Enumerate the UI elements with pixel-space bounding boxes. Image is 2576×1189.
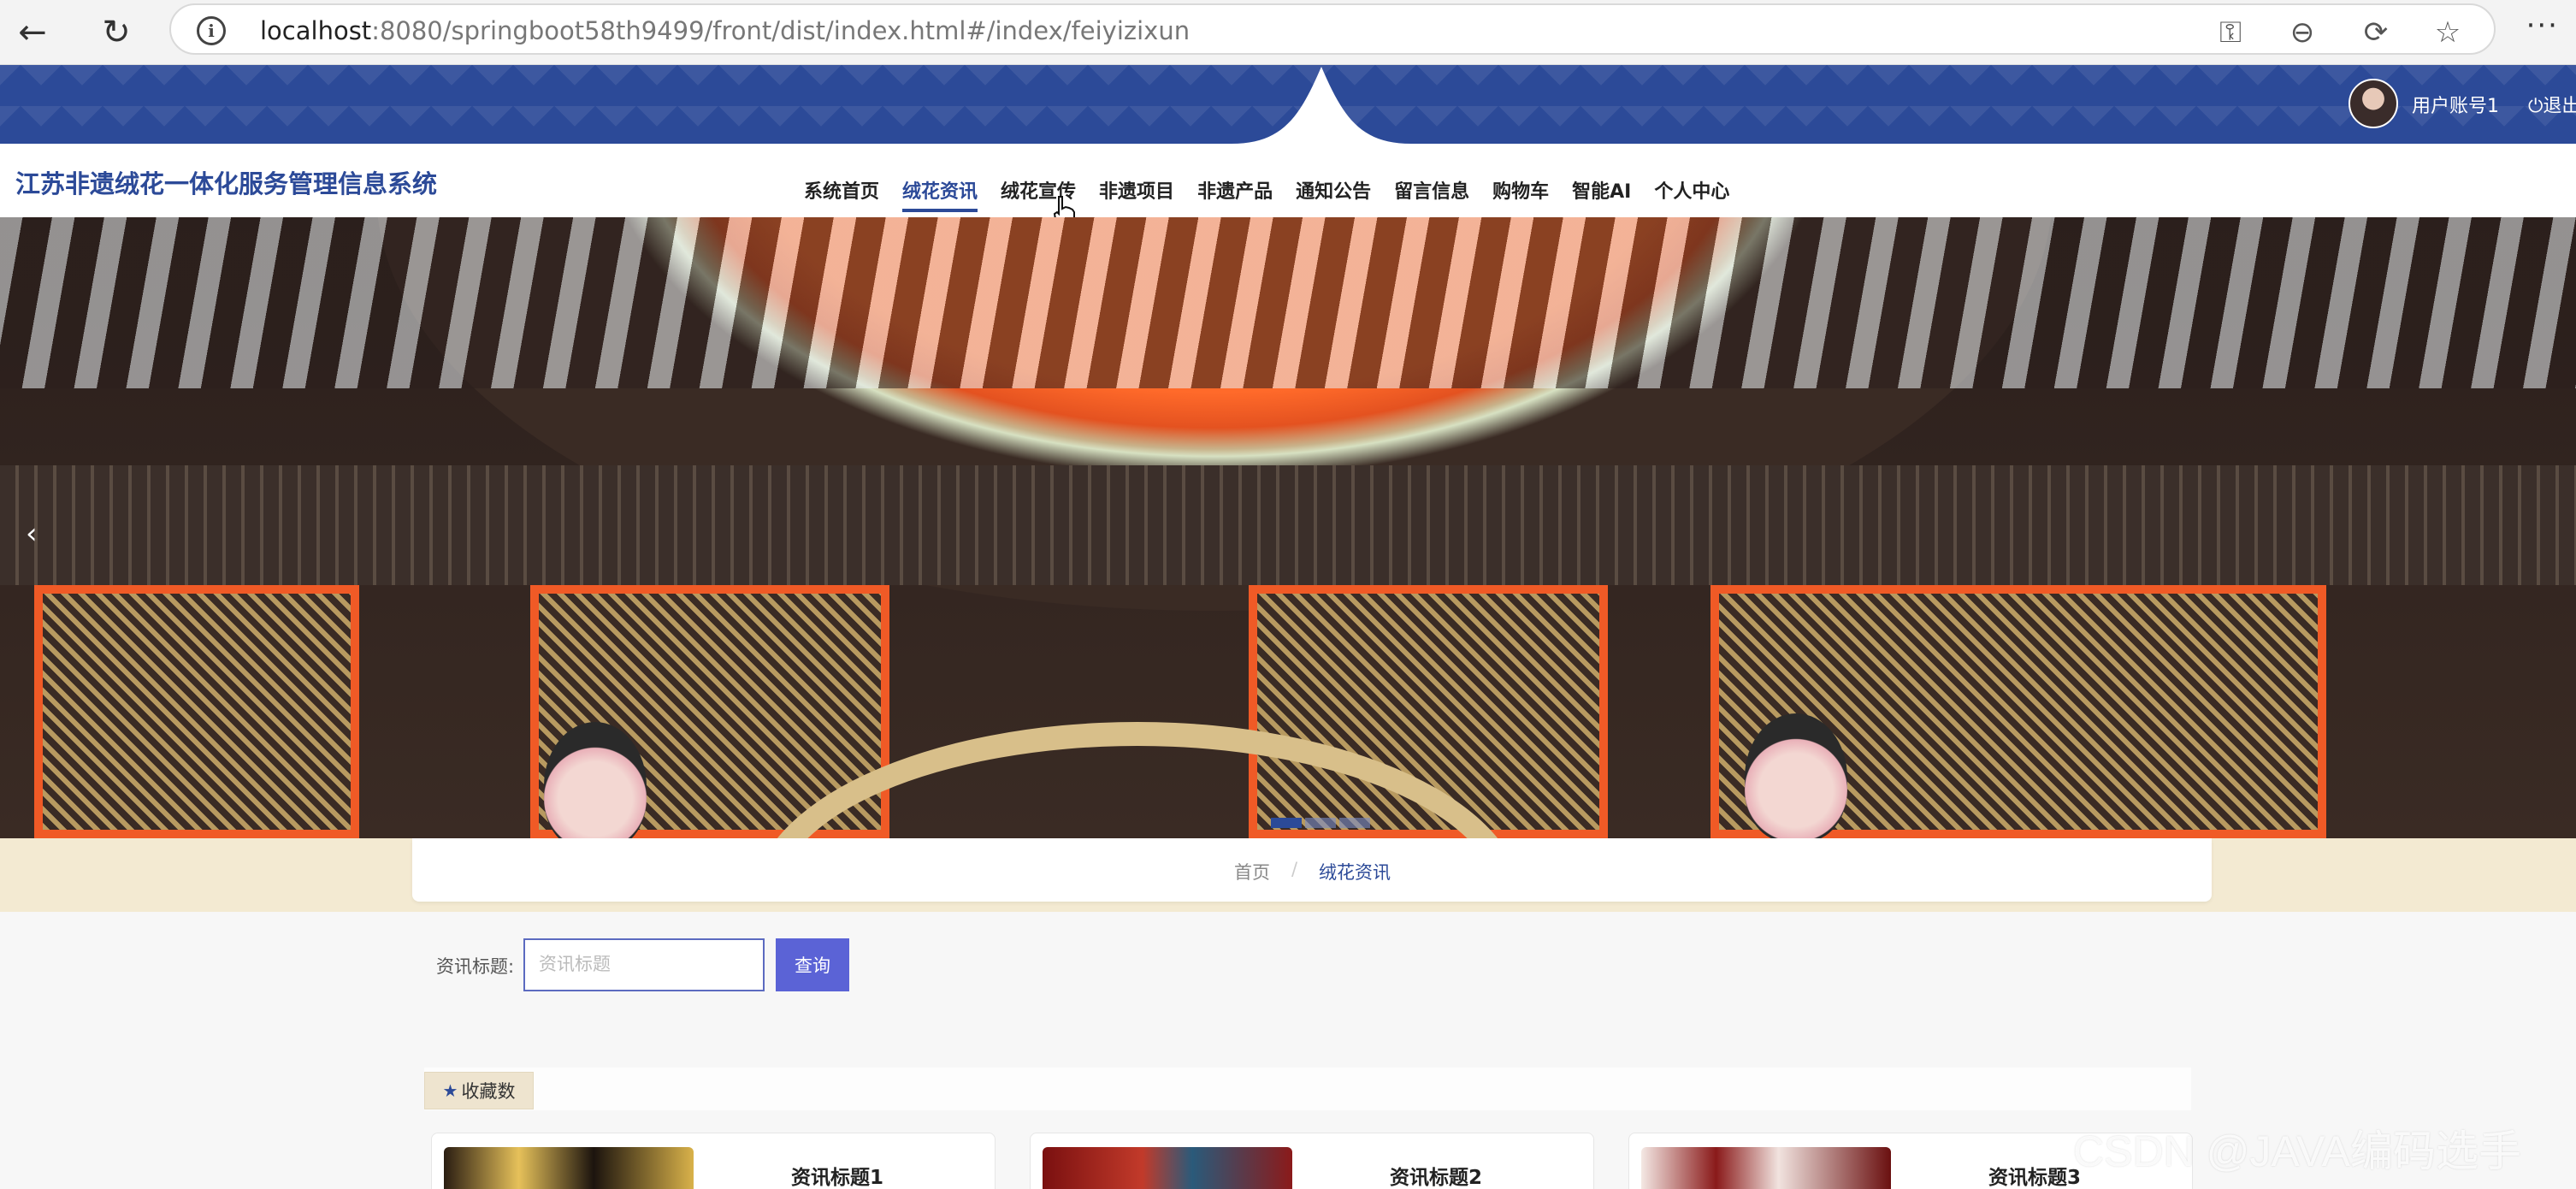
- menu-item-profile[interactable]: 个人中心: [1654, 176, 1729, 212]
- news-thumbnail[interactable]: [444, 1147, 694, 1189]
- banner-wood-panels: [0, 465, 2576, 585]
- breadcrumb-home[interactable]: 首页: [1234, 859, 1270, 884]
- menu-item-ai[interactable]: 智能AI: [1572, 176, 1631, 212]
- banner-dot[interactable]: [1271, 818, 1302, 828]
- info-icon[interactable]: i: [197, 16, 226, 45]
- reload-icon[interactable]: ↻: [91, 7, 142, 58]
- breadcrumb-separator: /: [1291, 859, 1298, 879]
- banner-carousel[interactable]: ‹: [0, 217, 2576, 838]
- header-notch-decoration: [1232, 67, 1411, 144]
- main-menu: 系统首页 绒花资讯 绒花宣传 非遗项目 非遗产品 通知公告 留言信息 购物车 智…: [804, 176, 1752, 212]
- list-item[interactable]: 资讯标题2: [1030, 1133, 1594, 1189]
- search-input[interactable]: [523, 938, 765, 991]
- sort-by-favorites-button[interactable]: ★ 收藏数: [424, 1072, 534, 1109]
- sort-bar: [424, 1068, 2191, 1110]
- avatar[interactable]: [2349, 79, 2398, 128]
- banner-indicators: [1271, 818, 1370, 828]
- banner-prev-arrow[interactable]: ‹: [26, 517, 38, 551]
- breadcrumb: [412, 838, 2212, 902]
- menu-item-news[interactable]: 绒花资讯: [902, 176, 978, 212]
- news-thumbnail[interactable]: [1641, 1147, 1891, 1189]
- menu-item-heritage-products[interactable]: 非遗产品: [1197, 176, 1273, 212]
- search-button[interactable]: 查询: [776, 938, 849, 991]
- menu-item-cart[interactable]: 购物车: [1492, 176, 1549, 212]
- list-item[interactable]: 资讯标题1: [431, 1133, 996, 1189]
- url-text[interactable]: localhost:8080/springboot58th9499/front/…: [260, 16, 1190, 45]
- banner-ceiling-lattice: [0, 217, 2576, 388]
- watermark-text: CSDN @JAVA编码选手: [2073, 1127, 2521, 1175]
- star-icon: ★: [442, 1080, 458, 1101]
- sync-icon[interactable]: ⟳: [2357, 15, 2395, 50]
- news-title[interactable]: 资讯标题1: [791, 1161, 883, 1189]
- logout-button[interactable]: ⏻退出: [2528, 91, 2576, 118]
- logout-label: 退出: [2543, 96, 2576, 117]
- menu-item-messages[interactable]: 留言信息: [1394, 176, 1469, 212]
- banner-carved-frame: [34, 585, 359, 838]
- site-title: 江苏非遗绒花一体化服务管理信息系统: [15, 169, 438, 198]
- power-icon: ⏻: [2528, 96, 2544, 117]
- star-icon[interactable]: ☆: [2429, 15, 2467, 50]
- user-account-name[interactable]: 用户账号1: [2412, 91, 2499, 118]
- more-icon[interactable]: ···: [2526, 9, 2559, 43]
- url-host: localhost: [260, 16, 372, 45]
- key-icon[interactable]: ⚿: [2212, 15, 2249, 50]
- news-title[interactable]: 资讯标题3: [1988, 1161, 2081, 1189]
- search-label: 资讯标题:: [436, 956, 515, 977]
- banner-opera-performer: [1745, 713, 1847, 838]
- zoom-out-icon[interactable]: ⊖: [2284, 15, 2321, 50]
- menu-item-home[interactable]: 系统首页: [804, 176, 879, 212]
- sort-label: 收藏数: [461, 1081, 516, 1102]
- address-bar[interactable]: i localhost:8080/springboot58th9499/fron…: [169, 3, 2496, 55]
- news-title[interactable]: 资讯标题2: [1390, 1161, 1482, 1189]
- back-arrow-icon[interactable]: ←: [7, 7, 58, 58]
- menu-item-notices[interactable]: 通知公告: [1296, 176, 1371, 212]
- banner-dot[interactable]: [1339, 818, 1370, 828]
- breadcrumb-current: 绒花资讯: [1319, 862, 1391, 883]
- banner-dot[interactable]: [1305, 818, 1336, 828]
- menu-item-heritage-projects[interactable]: 非遗项目: [1099, 176, 1174, 212]
- browser-toolbar: ← ↻ i localhost:8080/springboot58th9499/…: [0, 0, 2576, 65]
- url-rest: :8080/springboot58th9499/front/dist/inde…: [371, 16, 1191, 45]
- news-thumbnail[interactable]: [1043, 1147, 1292, 1189]
